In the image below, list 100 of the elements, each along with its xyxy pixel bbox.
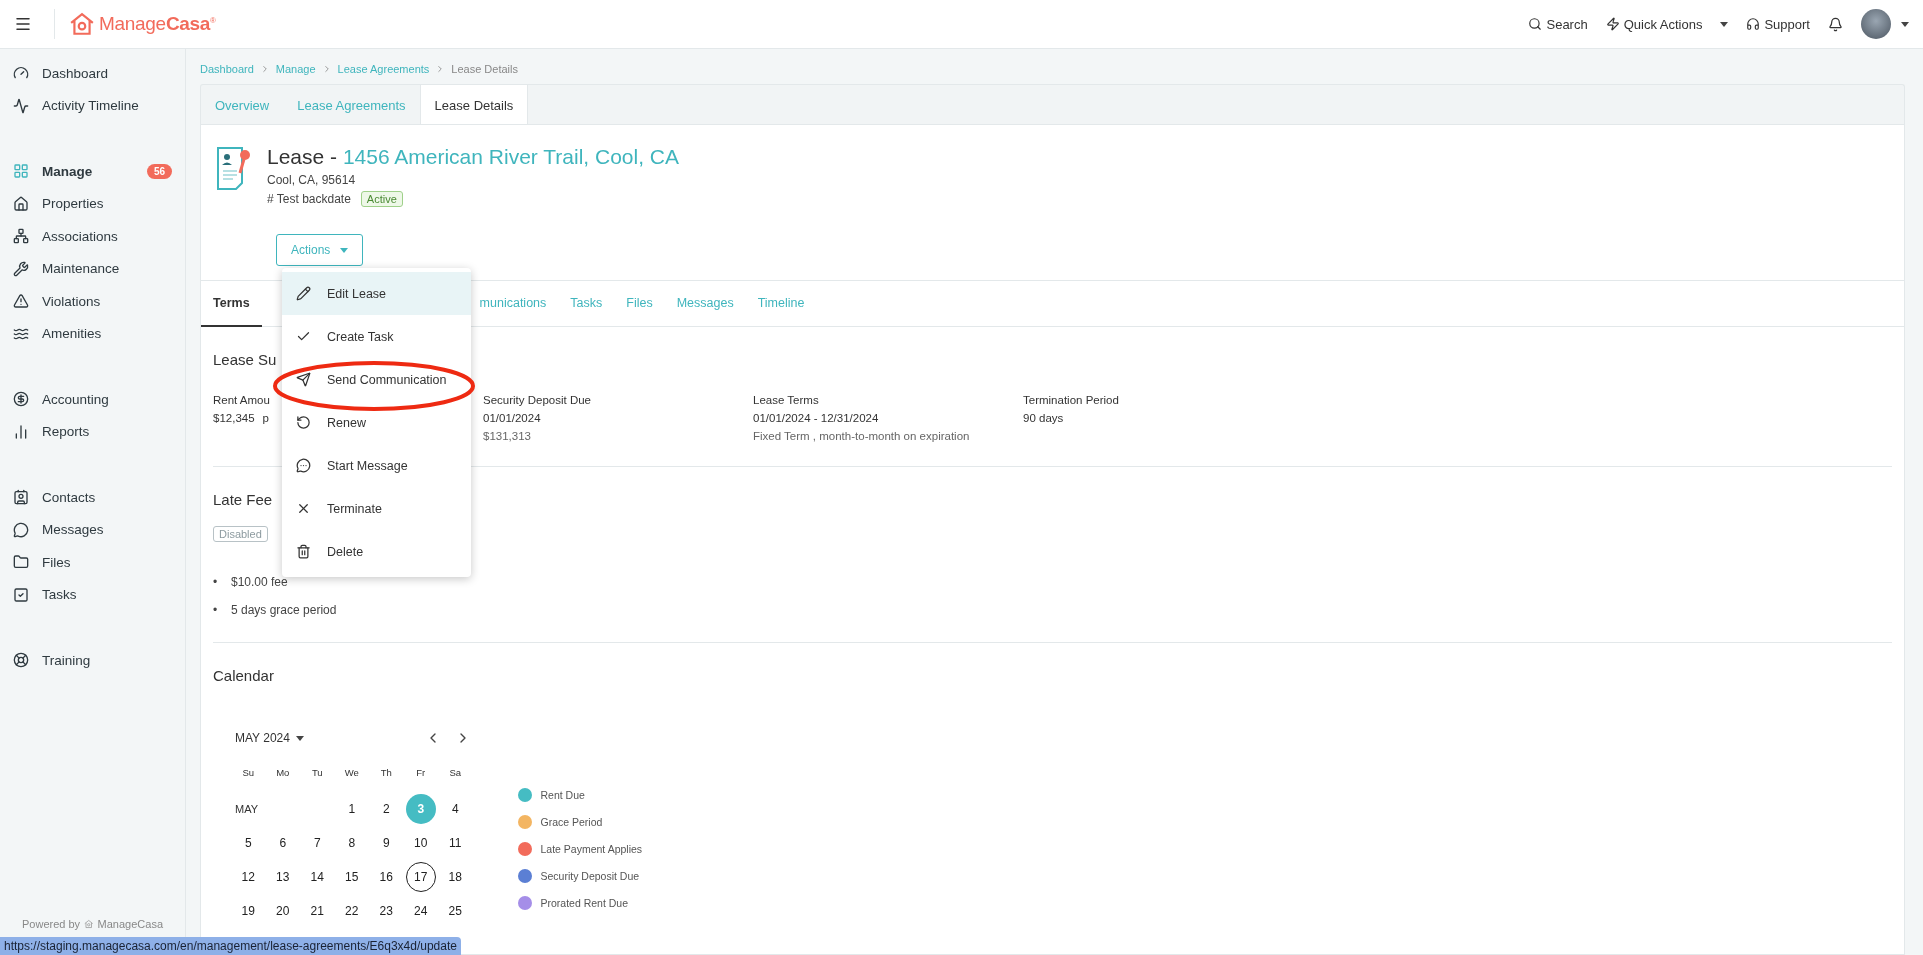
bolt-icon	[1605, 17, 1620, 31]
calendar-day[interactable]: 12	[233, 862, 264, 892]
wrench-icon	[13, 260, 29, 277]
sidebar-item[interactable]: Reports	[0, 415, 185, 448]
checkbox-icon	[13, 586, 29, 603]
caret-icon	[340, 247, 349, 253]
lease-document-icon	[215, 145, 253, 191]
sidebar-item[interactable]: Accounting	[0, 383, 185, 416]
calendar-day[interactable]: 11	[440, 828, 471, 858]
calendar-day[interactable]: 18	[440, 862, 471, 892]
caret-icon[interactable]	[1720, 21, 1729, 27]
calendar-day[interactable]: 5	[233, 828, 264, 858]
sidebar-item[interactable]: Contacts	[0, 481, 185, 514]
chat-icon	[13, 521, 29, 538]
sidebar-item[interactable]: Amenities	[0, 317, 185, 350]
legend-label: Rent Due	[540, 789, 585, 801]
sidebar-item[interactable]: Activity Timeline	[0, 89, 185, 122]
top-bar-link[interactable]: Search	[1528, 16, 1588, 32]
section-heading: Calendar	[213, 667, 274, 684]
field-value: 01/01/2024 - 12/31/2024	[753, 412, 879, 424]
field-label: Rent Amou	[213, 394, 270, 406]
calendar-day[interactable]: 7	[302, 828, 333, 858]
bell-icon[interactable]	[1828, 16, 1843, 32]
calendar-day[interactable]: 10	[405, 828, 436, 858]
calendar-day[interactable]: 15	[336, 862, 367, 892]
field-label: Security Deposit Due	[483, 394, 592, 406]
status-url: https://staging.managecasa.com/en/management/lease-agreements/E6q3x4d/update	[0, 937, 461, 955]
menu-item[interactable]: Start Message	[282, 444, 471, 487]
status-tag: Disabled	[213, 526, 268, 542]
folder-icon	[13, 554, 29, 571]
menu-item[interactable]: Delete	[282, 530, 471, 573]
weekday-label: Fr	[415, 766, 427, 780]
weekday-label: Mo	[275, 766, 291, 780]
menu-item[interactable]: Edit Lease	[282, 272, 471, 315]
sidebar-item[interactable]: Maintenance	[0, 252, 185, 285]
bullet-text: $10.00 fee	[231, 574, 288, 590]
avatar[interactable]	[1861, 9, 1891, 39]
calendar-day[interactable]: 23	[371, 896, 402, 926]
weekday-label: We	[343, 766, 360, 780]
calendar-day[interactable]: 2	[371, 794, 402, 824]
calendar-day[interactable]: 6	[267, 828, 298, 858]
lease-title: Lease - 1456 American River Trail, Cool, CA	[267, 145, 680, 169]
calendar-day[interactable]: 22	[336, 896, 367, 926]
section-heading: Lease Su	[213, 351, 277, 368]
calendar-day[interactable]: 20	[267, 896, 298, 926]
sidebar-item[interactable]: Tasks	[0, 578, 185, 611]
sidebar-item[interactable]: Properties	[0, 187, 185, 220]
pencil-icon	[296, 286, 311, 301]
weekday-label: Th	[379, 766, 393, 780]
close-icon	[296, 501, 311, 516]
powered-by-text: Powered by	[22, 918, 81, 930]
calendar-day[interactable]: 4	[440, 794, 471, 824]
caret-icon[interactable]	[1901, 21, 1909, 27]
top-bar-link[interactable]: Support	[1746, 16, 1810, 32]
sidebar-item[interactable]: Associations	[0, 220, 185, 253]
logo-text: ManageCasa$^{®}$	[99, 13, 216, 35]
lifebuoy-icon	[13, 652, 29, 669]
legend-label: Late Payment Applies	[540, 843, 643, 855]
field-value: 01/01/2024	[483, 412, 541, 424]
calendar-day[interactable]: 13	[267, 862, 298, 892]
pulse-icon	[13, 97, 29, 114]
month-picker[interactable]: MAY 2024	[235, 731, 304, 745]
month-label: MAY	[234, 802, 260, 817]
field-label: Lease Terms	[753, 394, 819, 406]
page-tab[interactable]: Lease Details	[419, 85, 529, 125]
legend-label: Prorated Rent Due	[540, 897, 629, 909]
calendar-day[interactable]: 19	[233, 896, 264, 926]
top-bar-link[interactable]: Quick Actions	[1605, 16, 1703, 32]
address-text: Cool, CA, 95614	[267, 173, 357, 187]
send-icon	[296, 372, 311, 387]
menu-item[interactable]: Terminate	[282, 487, 471, 530]
sidebar-item[interactable]: Training	[0, 644, 185, 677]
field-value: $12,345	[213, 412, 255, 424]
calendar-day[interactable]: 8	[336, 828, 367, 858]
sidebar-item[interactable]: Violations	[0, 285, 185, 318]
menu-icon[interactable]	[14, 15, 32, 33]
menu-item[interactable]: Send Communication	[282, 358, 471, 401]
calendar-day[interactable]: 16	[371, 862, 402, 892]
sidebar-item[interactable]: Messages	[0, 513, 185, 546]
calendar-day[interactable]: 14	[302, 862, 333, 892]
logo-icon	[84, 917, 94, 931]
calendar-day[interactable]: 24	[405, 896, 436, 926]
trash-icon	[296, 544, 311, 559]
calendar-day[interactable]: 9	[371, 828, 402, 858]
calendar-day[interactable]: 1	[336, 794, 367, 824]
bullet-text: 5 days grace period	[231, 602, 337, 618]
section-heading: Late Fee	[213, 491, 273, 508]
field-note: $131,313	[483, 430, 531, 442]
calendar-day[interactable]: 25	[440, 896, 471, 926]
sidebar-item[interactable]: Files	[0, 546, 185, 579]
contact-card-icon	[13, 489, 29, 506]
sidebar-item[interactable]: Dashboard	[0, 57, 185, 90]
weekday-label: Tu	[310, 766, 324, 780]
reference-text: # Test backdate	[267, 192, 351, 206]
network-icon	[13, 228, 29, 245]
bar-chart-icon	[13, 423, 29, 440]
calendar-day[interactable]: 21	[302, 896, 333, 926]
sidebar-item[interactable]: Manage 56	[0, 155, 185, 188]
detail-tab[interactable]: Terms	[201, 281, 262, 327]
menu-item[interactable]: Renew	[282, 401, 471, 444]
